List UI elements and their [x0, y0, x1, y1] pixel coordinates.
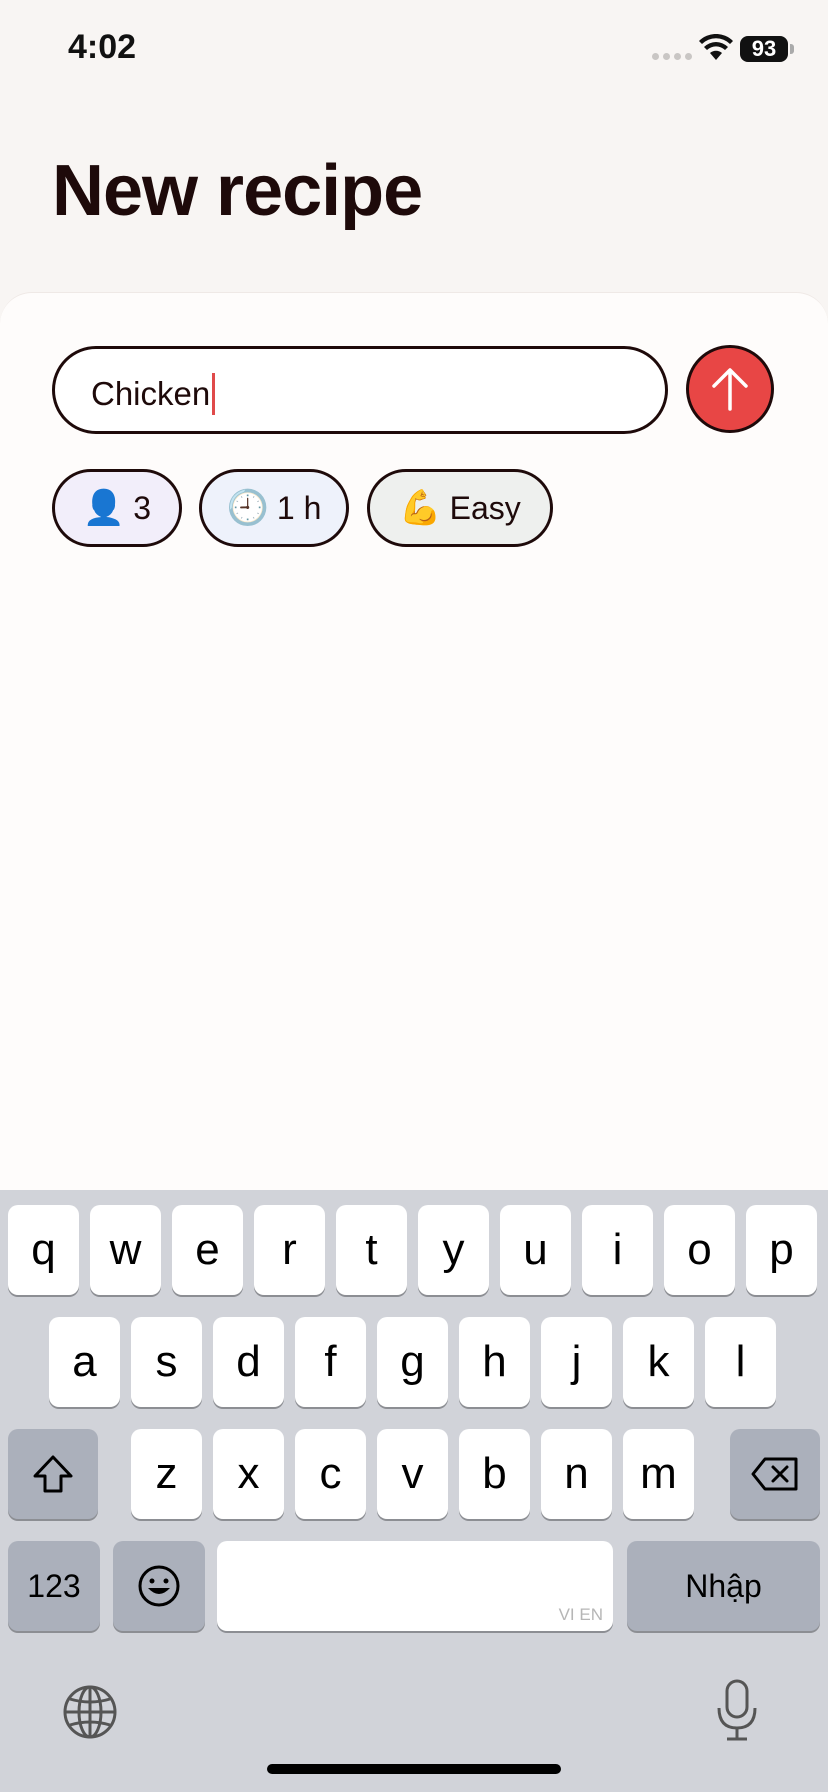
- wifi-icon: [699, 34, 733, 60]
- battery-cap: [790, 44, 794, 54]
- key-v[interactable]: v: [377, 1429, 448, 1519]
- time-label: 1 h: [276, 489, 322, 526]
- time-chip[interactable]: 🕘 1 h: [199, 469, 349, 547]
- shift-icon: [33, 1455, 73, 1493]
- key-x[interactable]: x: [213, 1429, 284, 1519]
- difficulty-chip[interactable]: 💪 Easy: [367, 469, 553, 547]
- microphone-icon[interactable]: [714, 1678, 760, 1742]
- key-c[interactable]: c: [295, 1429, 366, 1519]
- key-o[interactable]: o: [664, 1205, 735, 1295]
- key-h[interactable]: h: [459, 1317, 530, 1407]
- flexed-biceps-icon: 💪: [399, 488, 442, 528]
- emoji-key[interactable]: [113, 1541, 205, 1631]
- key-a[interactable]: a: [49, 1317, 120, 1407]
- key-u[interactable]: u: [500, 1205, 571, 1295]
- key-n[interactable]: n: [541, 1429, 612, 1519]
- backspace-icon: [751, 1457, 798, 1491]
- key-q[interactable]: q: [8, 1205, 79, 1295]
- key-p[interactable]: p: [746, 1205, 817, 1295]
- key-j[interactable]: j: [541, 1317, 612, 1407]
- key-s[interactable]: s: [131, 1317, 202, 1407]
- key-i[interactable]: i: [582, 1205, 653, 1295]
- status-time: 4:02: [68, 28, 137, 66]
- arrow-up-icon: [712, 368, 748, 411]
- return-key[interactable]: Nhập: [627, 1541, 820, 1631]
- servings-label: 3: [133, 489, 152, 526]
- person-icon: 👤: [82, 488, 126, 528]
- key-r[interactable]: r: [254, 1205, 325, 1295]
- key-z[interactable]: z: [131, 1429, 202, 1519]
- shift-key[interactable]: [8, 1429, 98, 1519]
- key-k[interactable]: k: [623, 1317, 694, 1407]
- key-m[interactable]: m: [623, 1429, 694, 1519]
- keyboard: q w e r t y u i o p a s d f g h j k l z …: [0, 1190, 828, 1792]
- key-l[interactable]: l: [705, 1317, 776, 1407]
- recipe-input-text: Chicken: [91, 373, 216, 415]
- status-bar: 4:02 93: [0, 0, 828, 100]
- key-t[interactable]: t: [336, 1205, 407, 1295]
- key-y[interactable]: y: [418, 1205, 489, 1295]
- key-b[interactable]: b: [459, 1429, 530, 1519]
- send-button[interactable]: [686, 345, 774, 433]
- battery-icon: 93: [740, 36, 788, 62]
- key-d[interactable]: d: [213, 1317, 284, 1407]
- numbers-key[interactable]: 123: [8, 1541, 100, 1631]
- key-e[interactable]: e: [172, 1205, 243, 1295]
- page-title: New recipe: [52, 151, 423, 231]
- clock-icon: 🕘: [226, 488, 269, 528]
- space-language-label: VI EN: [558, 1605, 603, 1624]
- emoji-icon: [138, 1565, 180, 1607]
- space-key[interactable]: VI EN: [217, 1541, 613, 1631]
- cellular-signal-icon: [652, 53, 692, 60]
- key-g[interactable]: g: [377, 1317, 448, 1407]
- servings-chip[interactable]: 👤 3: [52, 469, 182, 547]
- recipe-input-value: Chicken: [91, 375, 211, 412]
- difficulty-label: Easy: [449, 489, 521, 526]
- text-caret: [212, 373, 216, 415]
- globe-icon[interactable]: [62, 1684, 118, 1740]
- recipe-input[interactable]: Chicken: [52, 346, 668, 434]
- key-w[interactable]: w: [90, 1205, 161, 1295]
- delete-key[interactable]: [730, 1429, 820, 1519]
- home-indicator: [267, 1764, 561, 1774]
- key-f[interactable]: f: [295, 1317, 366, 1407]
